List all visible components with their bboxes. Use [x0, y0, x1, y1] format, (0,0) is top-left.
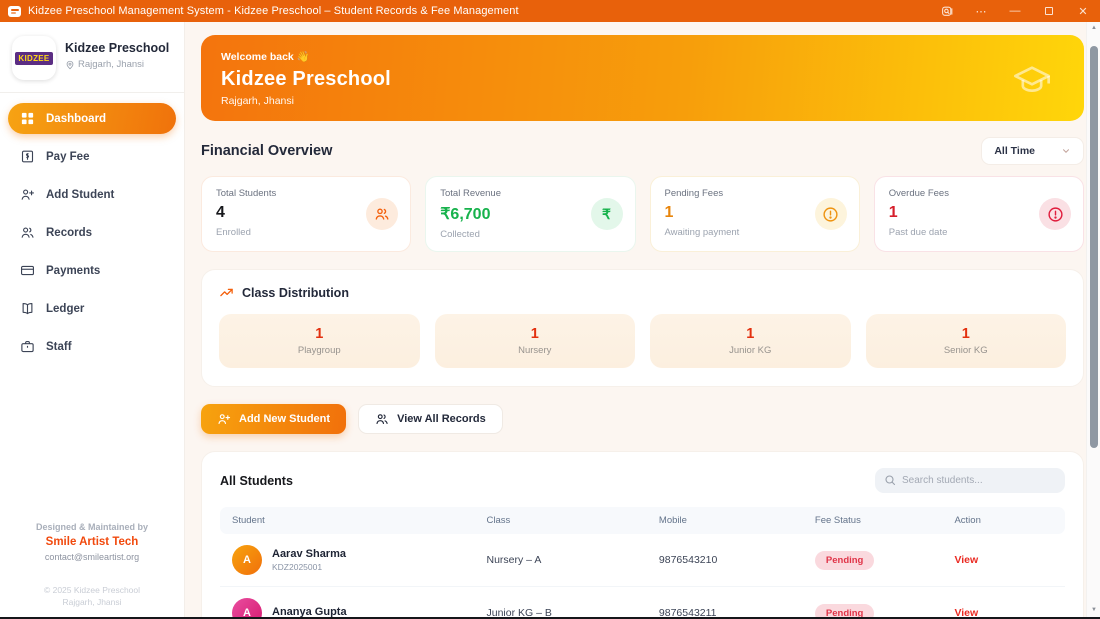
stat-card-total-revenue: Total Revenue ₹6,700 Collected ₹	[425, 176, 636, 252]
view-all-records-button[interactable]: View All Records	[358, 404, 503, 434]
welcome-greeting: Welcome back 👋	[221, 51, 310, 63]
user-plus-icon	[21, 189, 34, 200]
school-logo-text: KIDZEE	[15, 51, 53, 65]
col-student: Student	[232, 515, 265, 526]
briefcase-icon	[21, 340, 34, 353]
sidebar-item-add-student[interactable]: Add Student	[8, 179, 176, 210]
sidebar-item-ledger[interactable]: Ledger	[8, 293, 176, 324]
banner-location: Rajgarh, Jhansi	[221, 95, 294, 107]
sidebar-item-records[interactable]: Records	[8, 217, 176, 248]
vendor-email: contact@smileartist.org	[44, 551, 140, 562]
sidebar-item-payments[interactable]: Payments	[8, 255, 176, 286]
table-row: A Aarav Sharma KDZ2025001 Nursery – A 98…	[220, 534, 1065, 587]
copyright-line1: © 2025 Kidzee Preschool	[43, 584, 141, 595]
copyright-line2: Rajgarh, Jhansi	[62, 597, 122, 608]
col-action: Action	[954, 515, 981, 526]
banknote-icon	[21, 150, 34, 163]
vendor-brand: Smile Artist Tech	[45, 535, 139, 548]
users-icon	[21, 227, 34, 238]
sidebar-item-pay-fee[interactable]: Pay Fee	[8, 141, 176, 172]
graduation-cap-icon	[1014, 66, 1050, 92]
all-students-card: All Students Student Class Mobile Fee St…	[201, 451, 1084, 619]
school-logo: KIDZEE	[12, 36, 56, 80]
sidebar-header: KIDZEE Kidzee Preschool Rajgarh, Jhansi	[0, 22, 184, 92]
student-mobile: 9876543210	[658, 554, 718, 566]
titlebar: Kidzee Preschool Management System - Kid…	[0, 0, 1100, 22]
scrollbar-thumb[interactable]	[1090, 46, 1098, 448]
main-content: Welcome back 👋 Kidzee Preschool Rajgarh,…	[185, 22, 1100, 619]
col-mobile: Mobile	[658, 515, 687, 526]
search-students-input[interactable]	[875, 468, 1065, 493]
student-name: Aarav Sharma	[272, 548, 346, 560]
col-class: Class	[486, 515, 511, 526]
chevron-down-icon	[1063, 149, 1069, 153]
class-tile-junior-kg[interactable]: 1 Junior KG	[650, 314, 851, 368]
class-distribution-card: Class Distribution 1 Playgroup 1 Nursery…	[201, 269, 1084, 387]
designed-by-label: Designed & Maintained by	[35, 521, 149, 532]
rupee-icon: ₹	[590, 198, 623, 230]
time-filter-dropdown[interactable]: All Time	[981, 137, 1084, 165]
maximize-button[interactable]	[1032, 0, 1066, 22]
avatar: A	[232, 545, 262, 575]
location-pin-icon	[66, 60, 74, 69]
dashboard-grid-icon	[21, 112, 34, 125]
scroll-up-arrow-icon[interactable]: ▲	[1087, 25, 1100, 31]
window-title: Kidzee Preschool Management System - Kid…	[28, 5, 519, 17]
stat-card-overdue-fees: Overdue Fees 1 Past due date	[873, 176, 1084, 252]
add-new-student-button[interactable]: Add New Student	[201, 404, 347, 434]
class-tile-nursery[interactable]: 1 Nursery	[434, 314, 635, 368]
trending-up-icon	[220, 288, 233, 297]
sidebar: KIDZEE Kidzee Preschool Rajgarh, Jhansi …	[0, 22, 185, 619]
col-fee-status: Fee Status	[814, 515, 861, 526]
financial-overview-heading: Financial Overview	[201, 143, 333, 159]
table-header-row: Student Class Mobile Fee Status Action	[220, 507, 1065, 534]
users-icon	[376, 414, 388, 424]
users-icon	[366, 198, 399, 230]
alert-circle-icon	[814, 198, 847, 230]
tab-search-icon[interactable]	[930, 0, 964, 22]
credit-card-icon	[21, 265, 34, 276]
students-table: Student Class Mobile Fee Status Action A…	[220, 507, 1065, 619]
user-plus-icon	[218, 414, 231, 424]
time-filter-value: All Time	[994, 145, 1035, 157]
banner-school-name: Kidzee Preschool	[221, 68, 391, 90]
close-button[interactable]: ✕	[1066, 0, 1100, 22]
sidebar-footer: Designed & Maintained by Smile Artist Te…	[0, 522, 184, 610]
app-window: Kidzee Preschool Management System - Kid…	[0, 0, 1100, 619]
sidebar-item-dashboard[interactable]: Dashboard	[8, 103, 176, 134]
book-open-icon	[22, 302, 33, 315]
avatar: A	[232, 598, 262, 619]
table-row: A Ananya Gupta Junior KG – B 9876543211 …	[220, 587, 1065, 619]
minimize-button[interactable]: —	[998, 0, 1032, 22]
stat-cards: Total Students 4 Enrolled Total Revenue …	[201, 176, 1084, 252]
fee-status-badge: Pending	[814, 550, 875, 570]
class-distribution-title: Class Distribution	[242, 285, 349, 300]
welcome-banner: Welcome back 👋 Kidzee Preschool Rajgarh,…	[201, 35, 1084, 121]
stat-card-total-students: Total Students 4 Enrolled	[201, 176, 412, 252]
app-icon	[8, 5, 21, 17]
vertical-scrollbar[interactable]: ▲ ▼	[1086, 22, 1100, 617]
school-location: Rajgarh, Jhansi	[78, 59, 145, 70]
class-tile-playgroup[interactable]: 1 Playgroup	[219, 314, 420, 368]
search-icon	[885, 475, 896, 486]
student-id: KDZ2025001	[272, 562, 323, 572]
alert-circle-icon	[1039, 198, 1071, 230]
view-student-link[interactable]: View	[954, 554, 978, 566]
class-tile-senior-kg[interactable]: 1 Senior KG	[865, 314, 1066, 368]
sidebar-nav: Dashboard Pay Fee Add Student Records Pa…	[0, 103, 184, 362]
stat-card-pending-fees: Pending Fees 1 Awaiting payment	[649, 176, 860, 252]
more-menu-button[interactable]: ⋯	[964, 0, 998, 22]
all-students-title: All Students	[220, 473, 293, 488]
student-class: Nursery – A	[486, 554, 542, 566]
sidebar-item-staff[interactable]: Staff	[8, 331, 176, 362]
school-name: Kidzee Preschool	[65, 41, 170, 55]
scroll-down-arrow-icon[interactable]: ▼	[1087, 607, 1100, 613]
